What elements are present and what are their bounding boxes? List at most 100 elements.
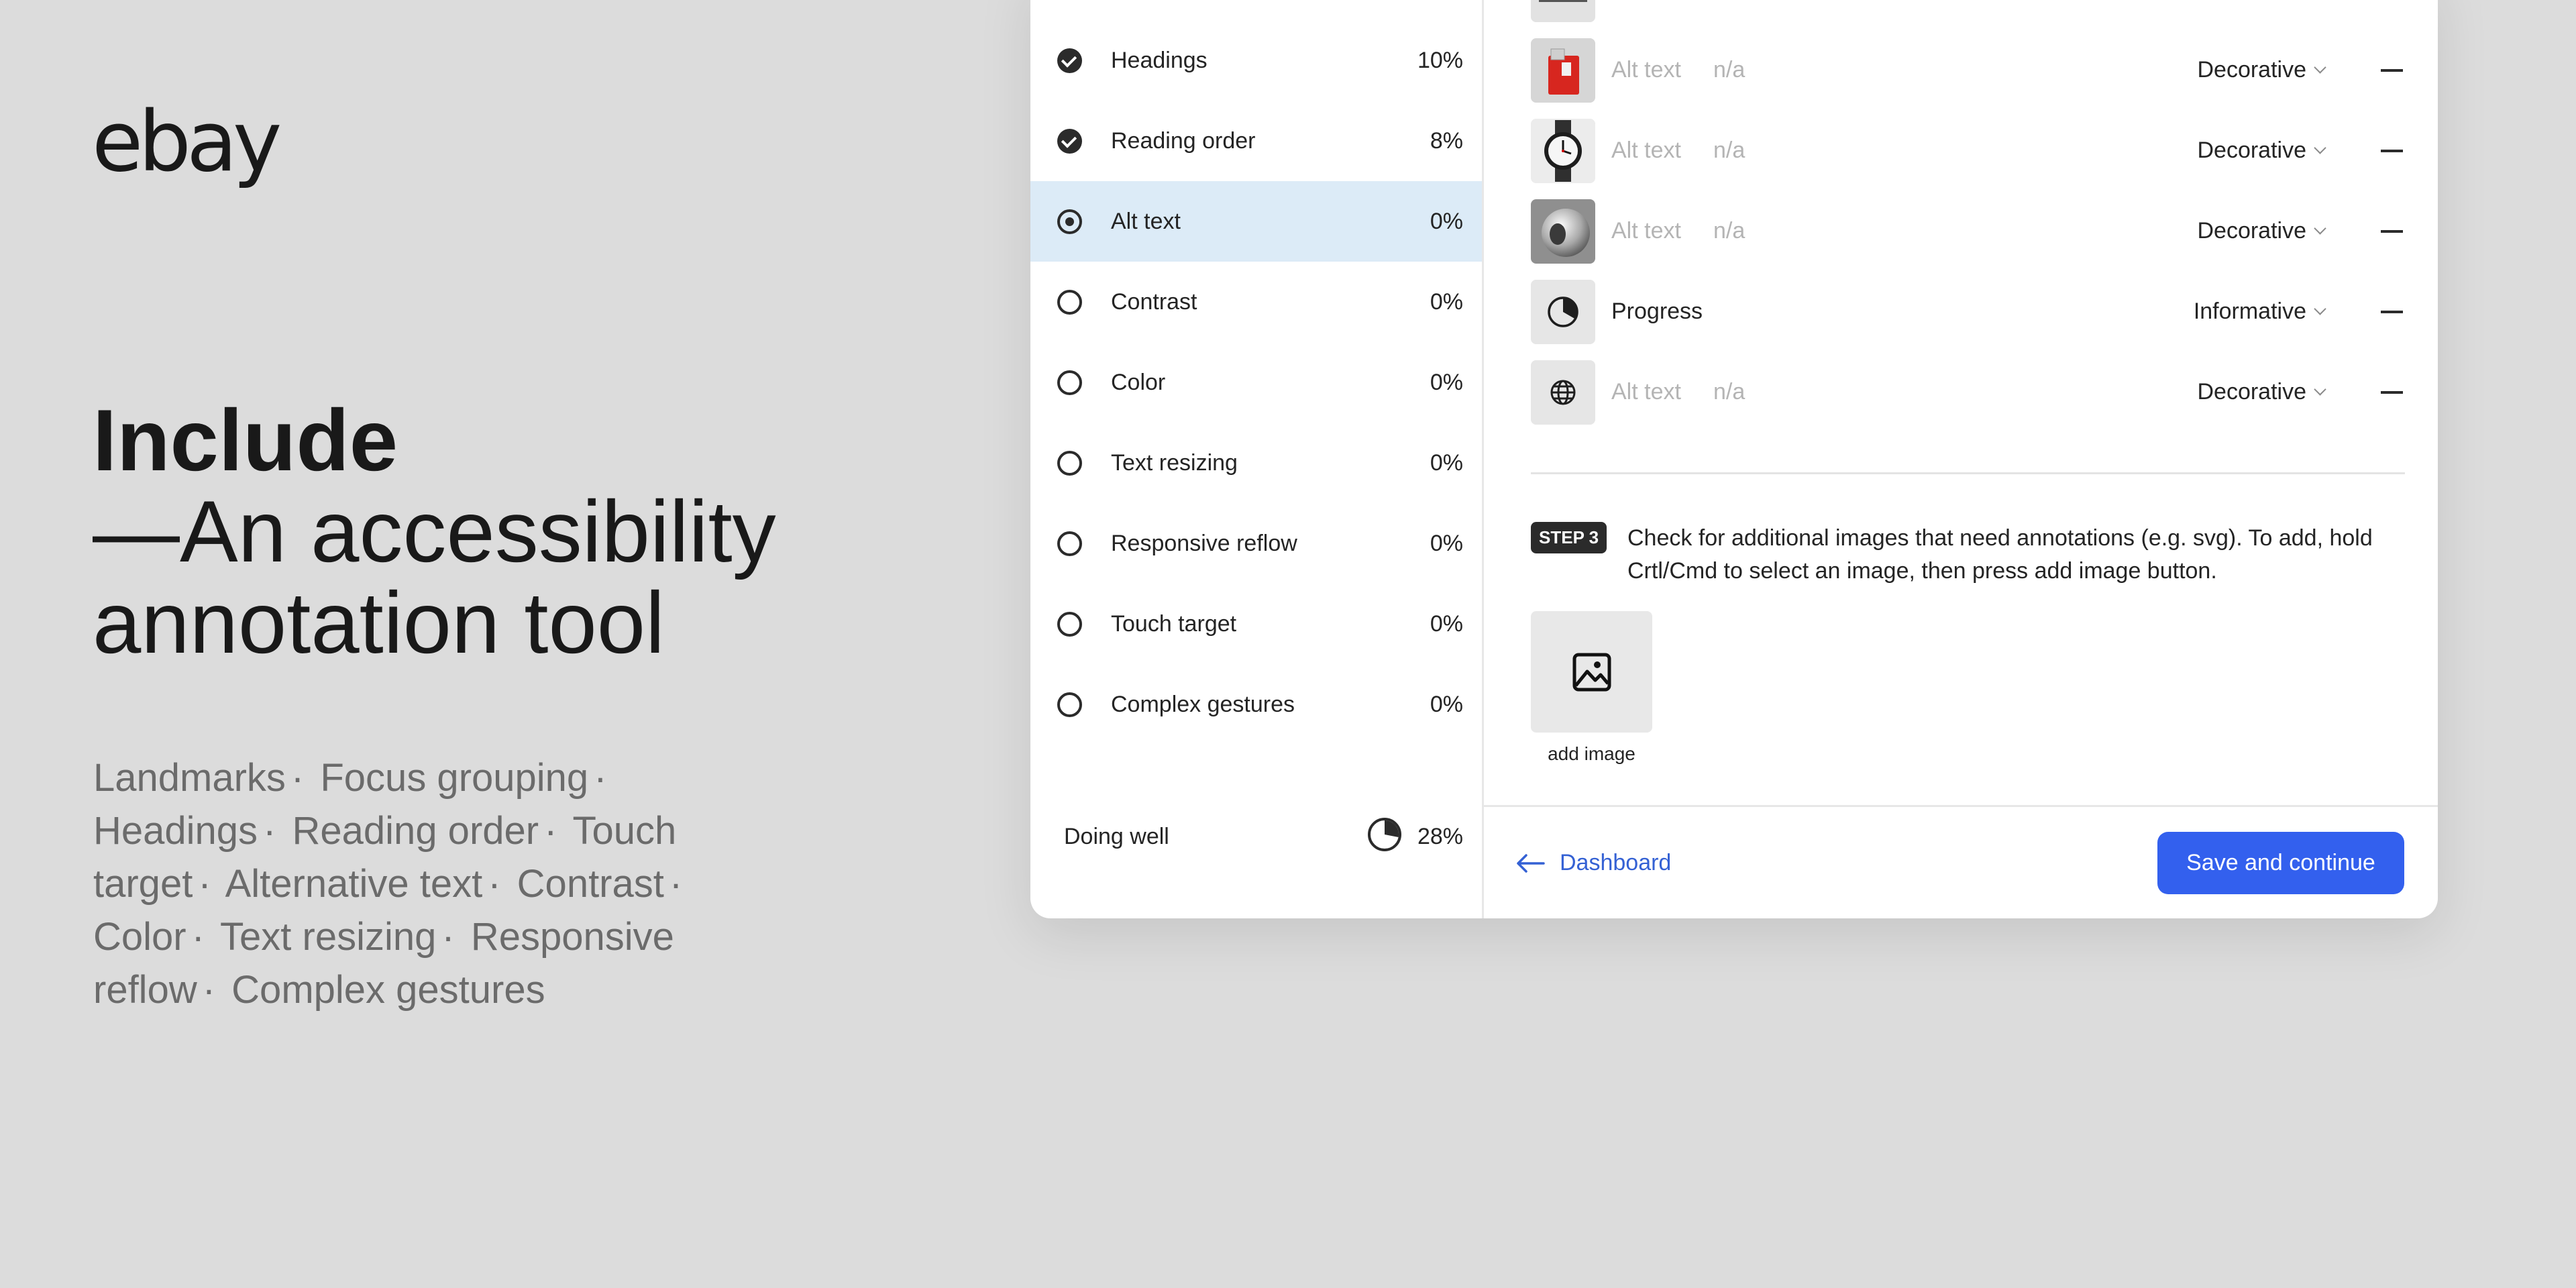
image-role-select[interactable]: Decorative xyxy=(2197,57,2326,83)
step-instructions: Check for additional images that need an… xyxy=(1627,525,2373,584)
step-item-alt-text[interactable]: Alt text 0% xyxy=(1030,181,1482,262)
image-role-select[interactable]: Decorative xyxy=(2197,0,2324,3)
progress-summary-percent: 28% xyxy=(1417,824,1463,849)
feature-tag: Complex gestures xyxy=(231,968,545,1012)
step-label: Reading order xyxy=(1111,127,1256,154)
tag-separator: · xyxy=(198,862,211,906)
step-item-contrast[interactable]: Contrast 0% xyxy=(1030,262,1482,342)
alt-text-input[interactable]: Alt text xyxy=(1611,379,1681,405)
feature-tag: Landmarks xyxy=(93,756,286,800)
hero-title-line2: —An accessibility xyxy=(93,482,776,580)
chevron-down-icon xyxy=(2314,303,2326,315)
step-label: Text resizing xyxy=(1111,449,1238,476)
image-annotation-row: Alt text n/a Decorative xyxy=(1531,0,2403,22)
step-percent: 8% xyxy=(1430,127,1463,154)
step-item-complex-gestures[interactable]: Complex gestures 0% xyxy=(1030,664,1482,745)
image-role-value: Decorative xyxy=(2197,379,2306,405)
progress-pie-icon xyxy=(1368,818,1401,851)
chevron-down-icon xyxy=(2314,222,2326,235)
image-role-select[interactable]: Decorative xyxy=(2197,379,2326,405)
step-percent: 0% xyxy=(1430,530,1463,556)
radio-icon xyxy=(1057,450,1082,476)
add-image-button[interactable] xyxy=(1531,611,1652,733)
alt-text-input[interactable]: Alt text xyxy=(1611,218,1681,244)
sphere-thumbnail[interactable] xyxy=(1531,199,1595,264)
step-label: Headings xyxy=(1111,47,1208,73)
tag-separator: · xyxy=(441,915,455,959)
step-item-responsive-reflow[interactable]: Responsive reflow 0% xyxy=(1030,503,1482,584)
tag-separator: · xyxy=(202,968,216,1012)
hero-title-bold: Include xyxy=(93,391,398,489)
alt-text-input[interactable]: Alt text xyxy=(1611,0,1681,3)
step-percent: 0% xyxy=(1430,610,1463,637)
step-badge: STEP 3 xyxy=(1531,522,1607,553)
radio-icon xyxy=(1057,370,1082,395)
step-percent: 10% xyxy=(1417,47,1463,73)
feature-tags: Landmarks · Focus grouping · Headings · Rea… xyxy=(93,751,751,1016)
image-icon xyxy=(1572,653,1611,692)
image-role-value: Decorative xyxy=(2197,0,2306,2)
feature-tag: Headings xyxy=(93,809,258,853)
watch-thumbnail[interactable] xyxy=(1531,119,1595,183)
image-role-value: Decorative xyxy=(2197,138,2306,163)
step-label: Responsive reflow xyxy=(1111,530,1297,556)
progress-icon[interactable] xyxy=(1531,280,1595,344)
save-and-continue-button[interactable]: Save and continue xyxy=(2157,832,2404,894)
step-item-reading-order[interactable]: Reading order 8% xyxy=(1030,101,1482,181)
feature-tag: Reading order xyxy=(292,809,539,853)
footer-divider xyxy=(1482,805,2438,807)
radio-icon xyxy=(1057,692,1082,717)
step-percent: 0% xyxy=(1430,449,1463,476)
alt-text-value: n/a xyxy=(1713,57,1746,83)
tag-separator: · xyxy=(544,809,557,853)
globe-icon[interactable] xyxy=(1531,360,1595,425)
feature-tag: Focus grouping xyxy=(320,756,589,800)
annotation-panel: Doing well 28% Headings 10% Reading order 8… xyxy=(1030,0,2438,918)
step-item-touch-target[interactable]: Touch target 0% xyxy=(1030,584,1482,664)
image-role-value: Decorative xyxy=(2197,57,2306,83)
step-label: Alt text xyxy=(1111,208,1181,234)
step-percent: 0% xyxy=(1430,208,1463,234)
step-percent: 0% xyxy=(1430,288,1463,315)
step-item-headings[interactable]: Headings 10% xyxy=(1030,20,1482,101)
progress-summary-label: Doing well xyxy=(1064,824,1169,849)
remove-image-button[interactable] xyxy=(2381,69,2403,72)
progress-summary: Doing well 28% xyxy=(1030,778,1482,892)
radio-icon xyxy=(1057,531,1082,556)
step-item-color[interactable]: Color 0% xyxy=(1030,342,1482,423)
alt-text-input[interactable]: Alt text xyxy=(1611,57,1681,83)
image-role-select[interactable]: Informative xyxy=(2193,299,2326,325)
image-role-value: Informative xyxy=(2193,299,2306,324)
red-box-thumbnail[interactable] xyxy=(1531,38,1595,103)
arrow-left-icon xyxy=(1517,853,1545,873)
chevron-down-icon xyxy=(2314,61,2326,74)
feature-tag: Contrast xyxy=(517,862,664,906)
alt-text-value: n/a xyxy=(1713,379,1746,405)
radio-icon xyxy=(1057,611,1082,637)
remove-image-button[interactable] xyxy=(2381,391,2403,394)
tag-separator: · xyxy=(191,915,205,959)
alt-text-input[interactable]: Alt text xyxy=(1611,138,1681,164)
alt-text-value: n/a xyxy=(1713,0,1745,3)
remove-image-button[interactable] xyxy=(2381,150,2403,152)
image-annotation-row: Alt text n/a Decorative xyxy=(1531,38,2403,103)
dashboard-link[interactable]: Dashboard xyxy=(1515,850,1671,876)
feature-tag: Alternative text xyxy=(225,862,483,906)
feature-tag: Text resizing xyxy=(220,915,437,959)
image-annotation-row: Progress Informative xyxy=(1531,280,2403,344)
radio-icon xyxy=(1057,209,1082,234)
turntable-thumbnail[interactable] xyxy=(1531,0,1595,22)
image-annotation-row: Alt text n/a Decorative xyxy=(1531,360,2403,425)
section-divider xyxy=(1531,472,2405,474)
feature-tag: Color xyxy=(93,915,186,959)
alt-text-main: STEP 3 Check for additional images that … xyxy=(1482,0,2438,918)
image-role-select[interactable]: Decorative xyxy=(2197,218,2326,244)
check-circle-icon xyxy=(1057,48,1082,73)
tag-separator: · xyxy=(263,809,276,853)
remove-image-button[interactable] xyxy=(2381,311,2403,313)
remove-image-button[interactable] xyxy=(2381,230,2403,233)
alt-text-input[interactable]: Progress xyxy=(1611,299,1703,325)
tag-separator: · xyxy=(594,756,607,800)
image-role-select[interactable]: Decorative xyxy=(2197,138,2326,164)
step-item-text-resizing[interactable]: Text resizing 0% xyxy=(1030,423,1482,503)
